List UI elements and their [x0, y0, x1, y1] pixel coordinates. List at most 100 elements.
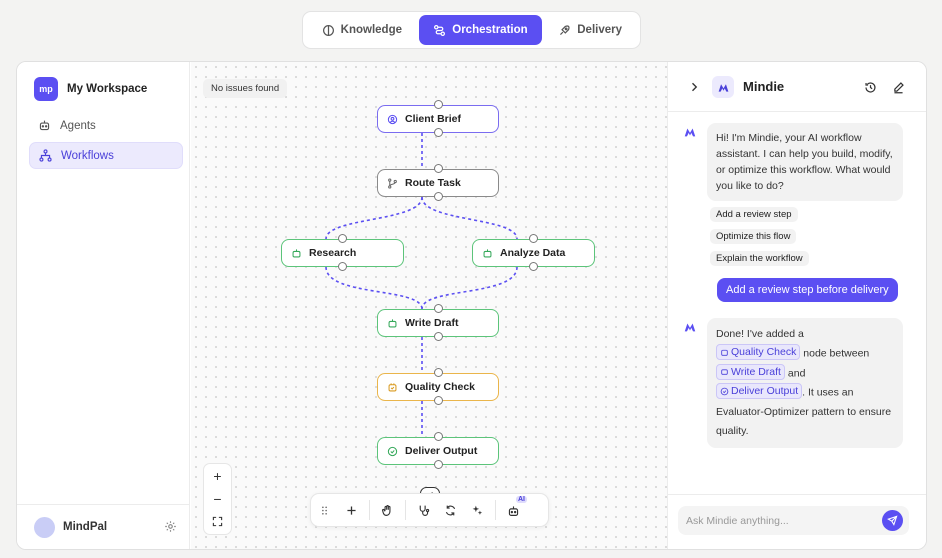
sidebar-nav: Agents Workflows — [29, 112, 183, 172]
robot-icon — [292, 248, 301, 257]
tab-delivery-label: Delivery — [577, 24, 623, 36]
robot-icon — [39, 120, 50, 131]
rocket-icon — [560, 24, 570, 35]
ai-assistant-button[interactable]: AI — [500, 495, 527, 524]
node-port[interactable] — [434, 368, 443, 377]
plus-icon — [347, 505, 356, 515]
suggestion-chip[interactable]: Explain the workflow — [710, 251, 809, 266]
suggestion-chip[interactable]: Optimize this flow — [710, 229, 797, 244]
send-icon — [887, 515, 898, 526]
auto-layout-button[interactable] — [464, 497, 491, 524]
book-icon — [322, 24, 334, 36]
sidebar-item-label: Workflows — [61, 149, 114, 162]
stethoscope-icon — [419, 505, 430, 516]
mindie-avatar-icon — [684, 323, 696, 332]
assistant-message: Hi! I'm Mindie, your AI workflow assista… — [707, 123, 903, 201]
drag-handle[interactable] — [311, 497, 338, 524]
workspace-name: My Workspace — [67, 83, 148, 95]
ai-badge: AI — [516, 495, 527, 503]
edit-icon[interactable] — [892, 81, 905, 94]
tab-orchestration[interactable]: Orchestration — [418, 15, 543, 45]
assistant-message: Done! I've added a Quality Check node be… — [707, 318, 903, 448]
mode-tab-bar: Knowledge Orchestration Delivery — [302, 11, 641, 49]
zoom-out-button[interactable]: − — [213, 492, 221, 506]
tab-knowledge[interactable]: Knowledge — [307, 15, 417, 45]
workflow-edges — [325, 133, 518, 437]
check-circle-icon — [387, 446, 398, 456]
sidebar-item-agents[interactable]: Agents — [29, 112, 183, 139]
node-reference-tag[interactable]: Deliver Output — [716, 383, 803, 399]
refresh-button[interactable] — [437, 497, 464, 524]
pan-button[interactable] — [374, 497, 401, 524]
workspace-switcher[interactable]: mp My Workspace — [34, 77, 147, 101]
node-port[interactable] — [529, 234, 538, 243]
sidebar: mp My Workspace Agents Workflows MindPal — [17, 62, 190, 549]
node-label: Research — [309, 247, 357, 259]
assistant-panel: Mindie Hi! I'm Mindie, your AI workflow … — [667, 62, 926, 549]
branch-icon — [388, 177, 397, 189]
robot-icon — [721, 369, 728, 375]
fullscreen-icon — [212, 517, 223, 527]
edge-analyze-draft — [421, 266, 518, 310]
sitemap-icon — [39, 149, 52, 162]
sidebar-item-workflows[interactable]: Workflows — [29, 142, 183, 169]
user-profile[interactable]: MindPal — [17, 504, 189, 549]
gear-check-icon — [721, 349, 728, 356]
send-button[interactable] — [882, 510, 903, 531]
add-node-button[interactable] — [338, 497, 365, 524]
robot-icon — [508, 505, 519, 516]
mindie-logo — [712, 76, 734, 98]
edge-route-research — [325, 196, 423, 240]
node-label: Deliver Output — [405, 445, 478, 457]
node-port[interactable] — [434, 100, 443, 109]
refresh-icon — [445, 505, 456, 515]
history-icon[interactable] — [864, 81, 877, 94]
reply-text: node between — [803, 347, 870, 360]
grip-icon — [322, 505, 327, 515]
check-circle-icon — [720, 387, 729, 395]
node-port[interactable] — [434, 128, 443, 137]
node-label: Analyze Data — [500, 247, 566, 259]
zoom-controls: + − — [203, 463, 232, 535]
node-port[interactable] — [434, 304, 443, 313]
chat-input[interactable] — [678, 506, 909, 535]
node-port[interactable] — [434, 192, 443, 201]
edge-route-analyze — [421, 196, 518, 240]
sparkle-icon — [472, 505, 483, 515]
node-port[interactable] — [434, 432, 443, 441]
validate-button[interactable] — [410, 497, 437, 524]
node-reference-tag[interactable]: Write Draft — [716, 363, 785, 380]
reply-text: and — [787, 367, 806, 379]
node-port[interactable] — [434, 164, 443, 173]
assistant-header: Mindie — [668, 62, 926, 112]
robot-icon — [483, 248, 492, 257]
node-port[interactable] — [338, 234, 347, 243]
reply-text: Done! I've added a — [716, 328, 804, 340]
mindie-avatar-icon — [684, 128, 696, 137]
gear-icon[interactable] — [164, 520, 177, 533]
mindie-icon — [718, 83, 728, 92]
node-label: Quality Check — [405, 381, 476, 393]
gear-check-icon — [388, 382, 397, 391]
user-message: Add a review step before delivery — [717, 278, 898, 302]
chevron-right-icon[interactable] — [688, 81, 700, 93]
node-label: Client Brief — [405, 113, 462, 125]
node-port[interactable] — [434, 460, 443, 469]
node-port[interactable] — [338, 262, 347, 271]
node-port[interactable] — [529, 262, 538, 271]
workflow-canvas[interactable]: No issues found Client Brief Route Task … — [191, 62, 667, 549]
user-circle-icon — [387, 114, 398, 124]
node-reference-tag[interactable]: Quality Check — [716, 344, 801, 360]
node-port[interactable] — [434, 396, 443, 405]
toolbar-divider — [495, 500, 496, 520]
tab-delivery[interactable]: Delivery — [544, 15, 636, 45]
tab-knowledge-label: Knowledge — [340, 24, 402, 36]
node-reference-label: Write Draft — [731, 365, 781, 378]
suggestion-chip[interactable]: Add a review step — [710, 207, 798, 222]
hand-icon — [382, 504, 391, 516]
zoom-in-button[interactable]: + — [213, 469, 221, 483]
fit-view-button[interactable] — [212, 515, 223, 529]
user-name: MindPal — [63, 521, 108, 533]
node-port[interactable] — [434, 332, 443, 341]
node-label: Write Draft — [405, 317, 459, 329]
